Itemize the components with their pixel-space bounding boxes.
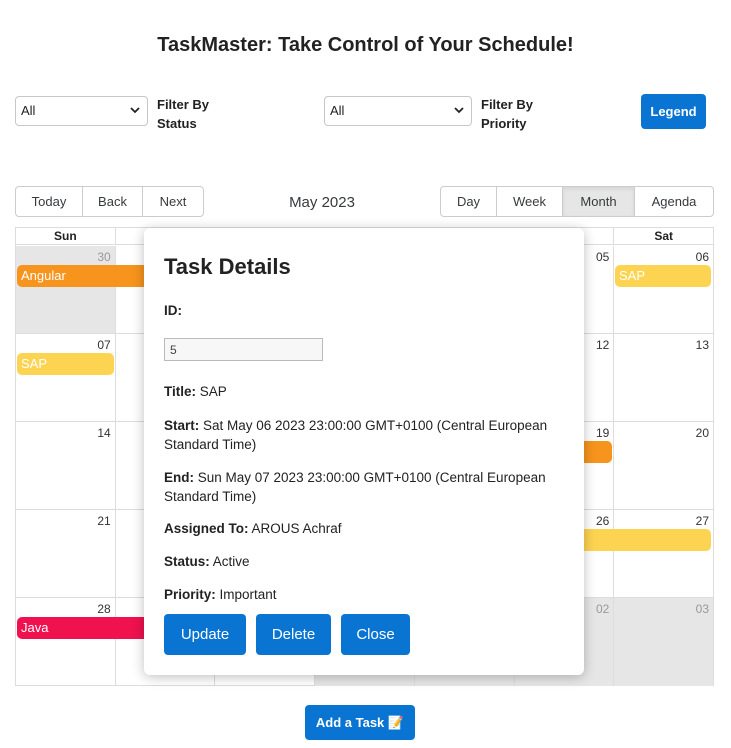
calendar-event[interactable] <box>576 529 711 551</box>
day-cell[interactable]: 13 <box>614 334 713 421</box>
chevron-down-icon <box>454 107 464 114</box>
update-button[interactable]: Update <box>164 614 246 655</box>
weekday-header: Sun <box>16 228 116 244</box>
next-button[interactable]: Next <box>143 187 203 216</box>
day-number: 02 <box>595 602 610 616</box>
calendar-nav-group: Today Back Next <box>15 186 204 217</box>
view-month-button[interactable]: Month <box>563 187 635 216</box>
day-cell[interactable]: 30 <box>16 246 116 333</box>
status-line: Status: Active <box>164 554 250 569</box>
legend-button[interactable]: Legend <box>641 94 706 129</box>
day-number: 30 <box>97 250 111 264</box>
calendar-month-label: May 2023 <box>289 194 355 211</box>
today-button[interactable]: Today <box>16 187 83 216</box>
day-number: 13 <box>695 338 710 352</box>
calendar-event[interactable]: SAP <box>615 265 711 287</box>
priority-line: Priority: Important <box>164 587 277 602</box>
app-title: TaskMaster: Take Control of Your Schedul… <box>157 34 574 56</box>
day-number: 28 <box>97 602 111 616</box>
status-filter-value: All <box>21 103 36 118</box>
title-line: Title: SAP <box>164 384 227 399</box>
day-number: 27 <box>695 514 710 528</box>
priority-filter-label: Filter By Priority <box>481 97 534 131</box>
day-number: 26 <box>595 514 610 528</box>
end-line: End: Sun May 07 2023 23:00:00 GMT+0100 (… <box>164 470 546 504</box>
status-filter-label: Filter By Status <box>157 97 210 131</box>
start-line: Start: Sat May 06 2023 23:00:00 GMT+0100… <box>164 418 548 452</box>
day-cell[interactable]: 27 <box>614 510 713 597</box>
priority-filter-select[interactable]: All <box>324 96 472 126</box>
id-label: ID: <box>164 303 182 318</box>
day-number: 06 <box>695 250 710 264</box>
delete-button[interactable]: Delete <box>256 614 331 655</box>
day-cell[interactable]: 07 <box>16 334 116 421</box>
view-agenda-button[interactable]: Agenda <box>635 187 713 216</box>
day-number: 19 <box>595 426 610 440</box>
view-day-button[interactable]: Day <box>441 187 497 216</box>
day-number: 21 <box>97 514 111 528</box>
modal-title: Task Details <box>164 254 291 279</box>
assigned-line: Assigned To: AROUS Achraf <box>164 521 342 536</box>
day-number: 12 <box>595 338 610 352</box>
calendar-event[interactable]: Angular <box>17 265 157 287</box>
day-number: 07 <box>97 338 111 352</box>
back-button[interactable]: Back <box>83 187 143 216</box>
day-cell[interactable]: 14 <box>16 422 116 509</box>
chevron-down-icon <box>130 107 140 114</box>
task-id-field[interactable]: 5 <box>164 338 323 361</box>
day-cell[interactable]: 20 <box>614 422 713 509</box>
day-cell[interactable]: 06 <box>614 246 713 333</box>
weekday-header: Sat <box>654 229 674 243</box>
task-details-modal: Task Details ID: 5 Title: SAP Start: Sat… <box>144 228 584 675</box>
day-number: 20 <box>695 426 710 440</box>
close-button[interactable]: Close <box>341 614 410 655</box>
calendar-event[interactable]: Java <box>17 617 157 639</box>
day-cell[interactable]: 21 <box>16 510 116 597</box>
calendar-event[interactable]: SAP <box>17 353 114 375</box>
add-task-button[interactable]: Add a Task 📝 <box>305 705 415 740</box>
day-cell[interactable]: 28 <box>16 598 116 686</box>
day-number: 14 <box>97 426 111 440</box>
calendar-view-group: Day Week Month Agenda <box>440 186 714 217</box>
priority-filter-value: All <box>330 103 345 118</box>
day-number: 05 <box>595 250 610 264</box>
status-filter-select[interactable]: All <box>15 96 148 126</box>
day-number: 03 <box>695 602 710 616</box>
day-cell[interactable]: 03 <box>614 598 714 686</box>
view-week-button[interactable]: Week <box>497 187 563 216</box>
